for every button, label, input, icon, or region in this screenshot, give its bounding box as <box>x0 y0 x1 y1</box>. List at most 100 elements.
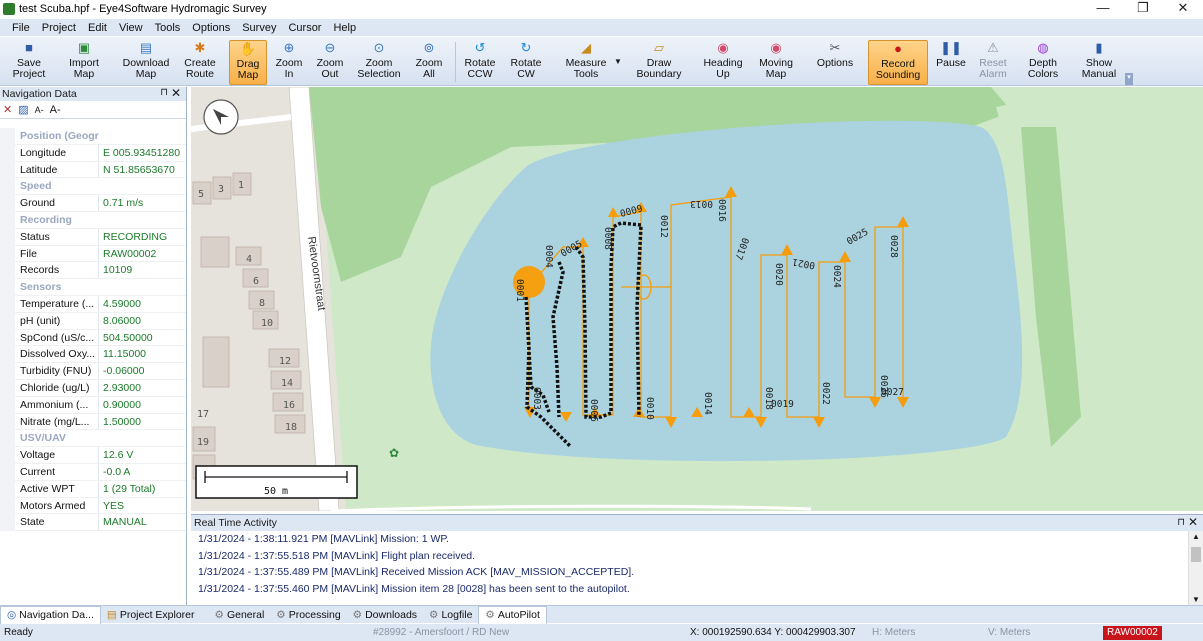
rta-scrollbar[interactable]: ▲ ▼ <box>1188 531 1203 606</box>
map-view[interactable]: 5 3 1 4 6 8 10 12 14 16 18 17 19 20 Riet… <box>191 87 1203 511</box>
create-route-button[interactable]: ✱ Create Route <box>181 40 219 85</box>
gear-icon: ⚙ <box>352 608 363 621</box>
property-row[interactable]: Ammonium (... 0.90000 <box>0 396 186 414</box>
moving-map-button[interactable]: ◉ Moving Map <box>754 40 798 85</box>
chart-icon[interactable]: ▨ <box>18 103 28 116</box>
pin-icon[interactable]: ⊓ <box>1177 515 1185 531</box>
pause-button[interactable]: ❚❚ Pause <box>933 40 969 85</box>
property-row[interactable]: Current -0.0 A <box>0 463 186 481</box>
folder-icon: ▤ <box>106 608 117 621</box>
menu-help[interactable]: Help <box>327 22 362 34</box>
minimize-button[interactable]: — <box>1083 0 1123 18</box>
svg-text:0028: 0028 <box>888 235 899 258</box>
font-decrease-icon[interactable]: A- <box>35 105 44 115</box>
rotate-cw-button[interactable]: ↻ Rotate CW <box>508 40 544 85</box>
rotate-ccw-button[interactable]: ↺ Rotate CCW <box>462 40 498 85</box>
options-button[interactable]: ✂ Options <box>813 40 857 85</box>
property-row[interactable]: Turbidity (FNU) -0.06000 <box>0 363 186 380</box>
tab-project-explorer[interactable]: ▤ Project Explorer <box>101 606 201 624</box>
property-category: USV/UAV <box>0 430 186 448</box>
property-row[interactable]: Records 10109 <box>0 262 186 280</box>
menu-view[interactable]: View <box>113 22 149 34</box>
font-increase-icon[interactable]: A- <box>50 104 61 116</box>
menu-project[interactable]: Project <box>36 22 82 34</box>
reset-alarm-button[interactable]: ⚠ Reset Alarm <box>974 40 1012 85</box>
house-number: 19 <box>197 437 209 448</box>
map-canvas[interactable]: 5 3 1 4 6 8 10 12 14 16 18 17 19 20 Riet… <box>191 87 1203 511</box>
status-horizontal-units: H: Meters <box>872 627 916 638</box>
gear-icon: ⚙ <box>429 608 439 621</box>
draw-boundary-button[interactable]: ▱ Draw Boundary <box>634 40 684 85</box>
tab-autopilot[interactable]: ⚙ AutoPilot <box>478 605 547 624</box>
zoom-out-button[interactable]: ⊖ Zoom Out <box>312 40 348 85</box>
property-row[interactable]: SpCond (uS/c... 504.50000 <box>0 329 186 347</box>
menu-bar: File Project Edit View Tools Options Sur… <box>0 19 1203 36</box>
measure-dropdown-icon[interactable]: ▼ <box>614 57 622 66</box>
property-row[interactable]: Nitrate (mg/L... 1.50000 <box>0 413 186 431</box>
download-map-button[interactable]: ▤ Download Map <box>118 40 174 85</box>
pin-icon[interactable]: ⊓ <box>160 87 168 98</box>
property-row[interactable]: Longitude E 005.93451280 <box>0 144 186 162</box>
close-button[interactable]: ✕ <box>1163 0 1203 18</box>
real-time-activity-panel: Real Time Activity ⊓ ✕ 1/31/2024 - 1:38:… <box>191 514 1203 606</box>
zoom-selection-button[interactable]: ⊙ Zoom Selection <box>354 40 404 85</box>
close-panel-icon[interactable]: ✕ <box>171 86 181 100</box>
menu-options[interactable]: Options <box>186 22 236 34</box>
depth-colors-button[interactable]: ◍ Depth Colors <box>1024 40 1062 85</box>
status-vertical-units: V: Meters <box>988 627 1031 638</box>
menu-tools[interactable]: Tools <box>149 22 187 34</box>
restore-button[interactable]: ❐ <box>1123 0 1163 18</box>
palette-icon: ◍ <box>1037 40 1049 55</box>
gear-icon: ⚙ <box>485 609 495 621</box>
house-number: 10 <box>261 318 273 329</box>
zoom-in-icon: ⊕ <box>283 40 295 55</box>
property-row[interactable]: Ground 0.71 m/s <box>0 195 186 212</box>
route-icon: ✱ <box>194 40 206 55</box>
record-sounding-button[interactable]: ● Record Sounding <box>868 40 928 85</box>
show-manual-button[interactable]: ▮ Show Manual <box>1077 40 1121 85</box>
property-row[interactable]: Dissolved Oxy... 11.15000 <box>0 346 186 364</box>
property-row[interactable]: File RAW00002 <box>0 245 186 263</box>
moving-map-icon: ◉ <box>770 40 782 55</box>
property-row[interactable]: pH (unit) 8.06000 <box>0 312 186 330</box>
menu-survey[interactable]: Survey <box>236 22 282 34</box>
house-number: 6 <box>253 276 259 287</box>
property-row[interactable]: Chloride (ug/L) 2.93000 <box>0 379 186 397</box>
measure-tools-button[interactable]: ◢ Measure Tools <box>563 40 609 85</box>
tab-general[interactable]: ⚙ General <box>209 606 271 624</box>
property-row[interactable]: Motors Armed YES <box>0 497 186 515</box>
scroll-up-icon[interactable]: ▲ <box>1189 531 1203 543</box>
house-number: 1 <box>238 180 244 191</box>
property-row[interactable]: Temperature (... 4.59000 <box>0 295 186 313</box>
house-number: 4 <box>246 254 252 265</box>
svg-text:0019: 0019 <box>771 399 794 410</box>
settings-icon[interactable]: ✕ <box>3 103 12 116</box>
tab-processing[interactable]: ⚙ Processing <box>270 606 346 624</box>
property-row[interactable]: State MANUAL <box>0 514 186 532</box>
scroll-thumb[interactable] <box>1191 547 1201 562</box>
map-import-icon: ▣ <box>77 40 91 55</box>
zoom-all-button[interactable]: ⊚ Zoom All <box>412 40 446 85</box>
tab-logfile[interactable]: ⚙ Logfile <box>423 606 478 624</box>
tab-downloads[interactable]: ⚙ Downloads <box>347 606 423 624</box>
menu-file[interactable]: File <box>6 22 36 34</box>
heading-up-button[interactable]: ◉ Heading Up <box>700 40 746 85</box>
tab-navigation-data[interactable]: ◎ Navigation Da... <box>0 605 101 624</box>
menu-edit[interactable]: Edit <box>82 22 113 34</box>
property-row[interactable]: Active WPT 1 (29 Total) <box>0 480 186 498</box>
close-panel-icon[interactable]: ✕ <box>1188 514 1198 530</box>
svg-text:0014: 0014 <box>702 392 713 415</box>
svg-text:0008: 0008 <box>602 227 613 250</box>
status-recording-file: RAW00002 <box>1103 626 1162 640</box>
menu-cursor[interactable]: Cursor <box>282 22 327 34</box>
import-map-button[interactable]: ▣ Import Map <box>62 40 106 85</box>
property-row[interactable]: Voltage 12.6 V <box>0 447 186 464</box>
toolbar-overflow-button[interactable]: ▾ <box>1125 73 1133 85</box>
save-project-button[interactable]: ■ Save Project <box>8 40 50 85</box>
drag-map-button[interactable]: ✋ Drag Map <box>229 40 267 85</box>
zoom-in-button[interactable]: ⊕ Zoom In <box>272 40 306 85</box>
house-number: 14 <box>281 378 293 389</box>
property-row[interactable]: Latitude N 51.85653670 <box>0 161 186 179</box>
title-bar: test Scuba.hpf - Eye4Software Hydromagic… <box>0 0 1203 18</box>
property-row[interactable]: Status RECORDING <box>0 228 186 246</box>
